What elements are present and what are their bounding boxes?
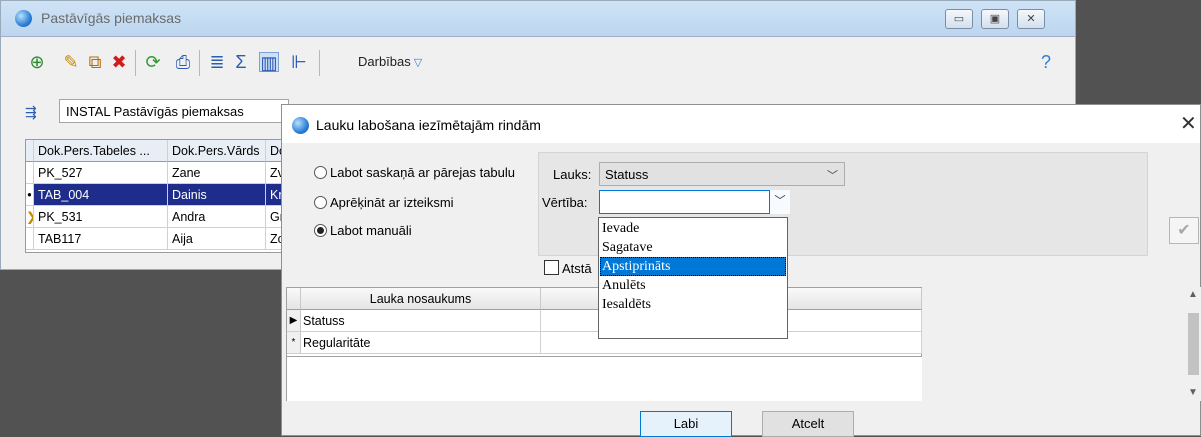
edit-fields-dialog: Lauku labošana iezīmētajām rindām ✕ Labo… <box>281 104 1201 437</box>
row-marker: • <box>26 184 34 206</box>
actions-menu-label: Darbības <box>358 54 411 69</box>
background-window-titlebar[interactable]: Pastāvīgās piemaksas ▭ ▣ ✕ <box>1 1 1075 37</box>
apply-check-button[interactable]: ✔ <box>1169 217 1199 244</box>
add-icon[interactable]: ⊕ <box>27 52 47 72</box>
toolbar-separator <box>319 50 320 76</box>
edit-icon[interactable]: ✎ <box>61 52 81 72</box>
table-row-cell-selected[interactable]: Dainis <box>168 184 266 206</box>
table-row-cell[interactable]: TAB117 <box>34 228 168 250</box>
grid-header-tab[interactable]: Dok.Pers.Tabeles ... <box>34 140 168 162</box>
table-empty-area <box>286 357 922 401</box>
chevron-down-icon: ﹀ <box>827 170 838 182</box>
scroll-down-icon[interactable]: ▼ <box>1188 387 1198 398</box>
app-globe-icon <box>292 117 309 134</box>
option-label: Labot manuāli <box>330 223 412 238</box>
checkbox-label: Atstā <box>562 261 592 276</box>
filter-icon[interactable]: ⇶ <box>25 104 43 120</box>
dropdown-option[interactable]: Ievade <box>600 219 786 238</box>
dialog-title: Lauku labošana iezīmētajām rindām <box>316 117 541 133</box>
option-manual[interactable]: Labot manuāli <box>314 223 412 238</box>
table-corner <box>287 288 301 310</box>
sum-icon[interactable]: Σ <box>231 52 251 72</box>
table-row-name[interactable]: Regularitāte <box>301 332 541 354</box>
radio-button[interactable] <box>314 196 327 209</box>
option-label: Aprēķināt ar izteiksmi <box>330 195 454 210</box>
table-row-cell[interactable]: Andra <box>168 206 266 228</box>
data-grid[interactable]: Dok.Pers.Tabeles ... Dok.Pers.Vārds Dc P… <box>25 139 288 253</box>
dialog-titlebar[interactable]: Lauku labošana iezīmētajām rindām ✕ <box>282 105 1200 143</box>
option-mapping-table[interactable]: Labot saskaņā ar pārejas tabulu <box>314 165 515 180</box>
cancel-button[interactable]: Atcelt <box>762 411 854 437</box>
close-icon[interactable]: ✕ <box>1180 111 1197 136</box>
current-row-icon: ▶ <box>287 310 301 332</box>
table-header-field-name[interactable]: Lauka nosaukums <box>301 288 541 310</box>
keep-checkbox[interactable]: Atstā <box>544 260 592 276</box>
row-marker <box>26 228 34 250</box>
copy-icon[interactable]: ⧉ <box>85 52 105 72</box>
option-label: Labot saskaņā ar pārejas tabulu <box>330 165 516 180</box>
ok-button[interactable]: Labi <box>640 411 732 437</box>
checkbox-box[interactable] <box>544 260 559 275</box>
selector-input[interactable]: INSTAL Pastāvīgās piemaksas <box>59 99 289 123</box>
chevron-down-icon[interactable]: ﹀ <box>769 190 790 214</box>
table-row-cell[interactable]: Zane <box>168 162 266 184</box>
print-icon[interactable]: ⎙ <box>173 52 193 72</box>
help-icon[interactable]: ? <box>1036 52 1056 72</box>
maximize-button[interactable]: ▣ <box>981 9 1009 29</box>
field-select[interactable]: Statuss ﹀ <box>599 162 845 186</box>
table-row-cell[interactable]: PK_531 <box>34 206 168 228</box>
table-row-cell-selected[interactable]: TAB_004 <box>34 184 168 206</box>
radio-button-selected[interactable] <box>314 224 327 237</box>
scrollbar-thumb[interactable] <box>1188 313 1199 375</box>
vertical-scrollbar[interactable]: ▲ ▼ <box>1185 287 1201 401</box>
table-row-name[interactable]: Statuss <box>301 310 541 332</box>
value-label: Vērtība: <box>542 195 588 210</box>
actions-menu-button[interactable]: Darbības ▽ <box>358 54 422 69</box>
dropdown-option[interactable]: Anulēts <box>600 276 786 295</box>
dialog-footer <box>282 403 1200 435</box>
radio-button[interactable] <box>314 166 327 179</box>
toolbar: ⊕ ✎ ⧉ ✖ ⟳ ⎙ ≣ Σ ▥ ⊩ ? <box>1 38 1075 92</box>
chevron-down-icon: ▽ <box>413 57 423 69</box>
row-marker <box>26 162 34 184</box>
scroll-up-icon[interactable]: ▲ <box>1188 289 1198 300</box>
table-row-cell[interactable]: Aija <box>168 228 266 250</box>
table-row-cell[interactable]: PK_527 <box>34 162 168 184</box>
value-select[interactable]: ﹀ <box>599 190 790 214</box>
close-window-button[interactable]: ✕ <box>1017 9 1045 29</box>
field-label: Lauks: <box>553 167 592 182</box>
app-globe-icon <box>15 10 32 27</box>
grid-corner <box>26 140 34 162</box>
field-select-value: Statuss <box>605 167 649 182</box>
toolbar-separator <box>135 50 136 76</box>
background-window-title: Pastāvīgās piemaksas <box>41 10 182 26</box>
columns-icon[interactable]: ▥ <box>259 52 279 73</box>
minimize-button[interactable]: ▭ <box>945 9 973 29</box>
refresh-icon[interactable]: ⟳ <box>143 52 163 72</box>
grid-header-name[interactable]: Dok.Pers.Vārds <box>168 140 266 162</box>
dropdown-option[interactable]: Iesaldēts <box>600 295 786 314</box>
dropdown-option-highlighted[interactable]: Apstiprināts <box>600 257 786 276</box>
new-row-icon: * <box>287 332 301 354</box>
dropdown-option[interactable]: Sagatave <box>600 238 786 257</box>
current-row-marker: ❯ <box>26 206 34 228</box>
export-icon[interactable]: ≣ <box>207 52 227 72</box>
option-expression[interactable]: Aprēķināt ar izteiksmi <box>314 195 454 210</box>
toolbar-separator <box>199 50 200 76</box>
delete-icon[interactable]: ✖ <box>109 52 129 72</box>
value-dropdown-list[interactable]: Ievade Sagatave Apstiprināts Anulēts Ies… <box>598 217 788 339</box>
tree-icon[interactable]: ⊩ <box>289 52 309 72</box>
